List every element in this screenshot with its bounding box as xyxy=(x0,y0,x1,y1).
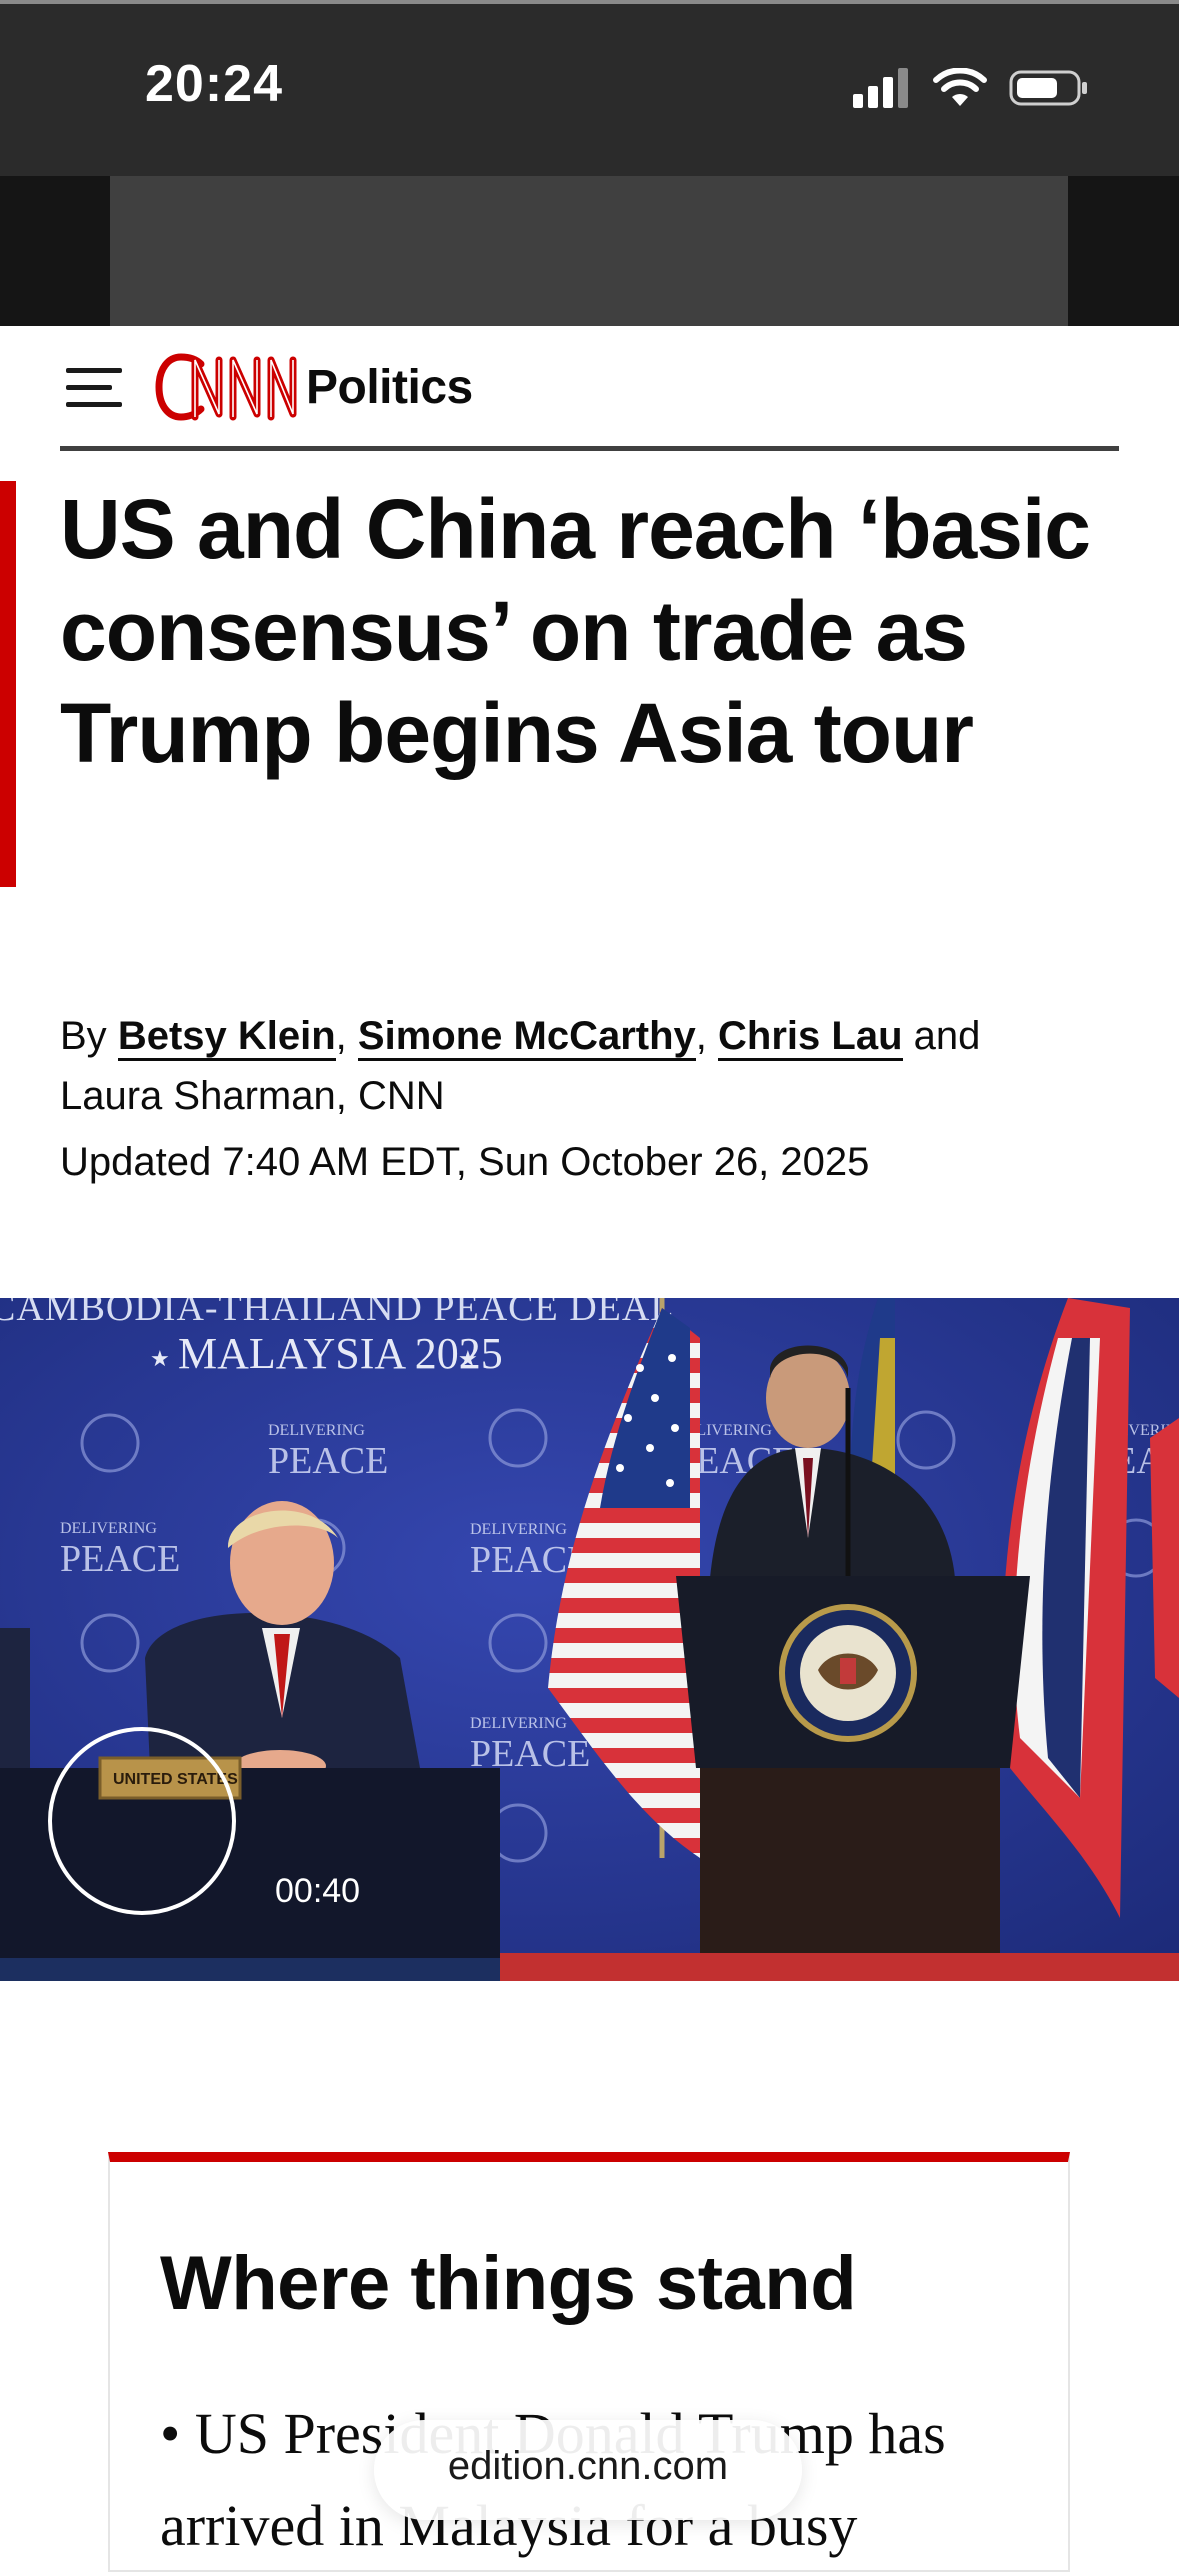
author-link-simone-mccarthy[interactable]: Simone McCarthy xyxy=(357,1014,696,1061)
header-divider xyxy=(60,446,1119,451)
cellular-signal-icon xyxy=(853,68,908,108)
bullet-marker: • xyxy=(160,2401,181,2466)
wifi-icon xyxy=(933,68,987,106)
byline-comma: , xyxy=(695,1014,707,1058)
byline-comma: , xyxy=(335,1014,347,1058)
video-duration: 00:40 xyxy=(275,1872,361,1910)
browser-url-bar[interactable]: edition.cnn.com xyxy=(374,2420,802,2520)
svg-text:PEACE: PEACE xyxy=(60,1538,180,1580)
article-timestamp: Updated 7:40 AM EDT, Sun October 26, 202… xyxy=(60,1140,870,1184)
svg-text:DELIVERING: DELIVERING xyxy=(268,1422,365,1439)
svg-text:DELIVERING: DELIVERING xyxy=(60,1520,157,1537)
svg-text:★: ★ xyxy=(458,1346,478,1371)
status-time: 20:24 xyxy=(145,55,283,113)
status-bar: 20:24 xyxy=(0,0,1179,176)
hamburger-menu-icon[interactable] xyxy=(66,366,124,410)
svg-text:DELIVERING: DELIVERING xyxy=(470,1715,567,1732)
byline-rest: Laura Sharman, CNN xyxy=(60,1074,445,1118)
author-link-chris-lau[interactable]: Chris Lau xyxy=(718,1014,903,1061)
box-title: Where things stand xyxy=(160,2241,857,2326)
cnn-logo[interactable] xyxy=(155,352,297,422)
video-banner-text: CAMBODIA-THAILAND PEACE DEAL xyxy=(0,1298,675,1329)
svg-text:DELIVERING: DELIVERING xyxy=(470,1521,567,1538)
status-icons xyxy=(853,66,1089,110)
byline-prefix: By xyxy=(60,1014,107,1058)
article-byline: By Betsy Klein, Simone McCarthy, Chris L… xyxy=(60,1006,1120,1126)
svg-text:★: ★ xyxy=(150,1346,170,1371)
ad-banner-area xyxy=(0,176,1179,326)
byline-and: and xyxy=(913,1014,981,1058)
section-label[interactable]: Politics xyxy=(306,360,473,415)
site-header: Politics xyxy=(0,326,1179,450)
battery-icon xyxy=(1009,70,1087,106)
status-bar-top-line xyxy=(0,0,1179,4)
article-headline: US and China reach ‘basic consensus’ on … xyxy=(60,482,1091,780)
url-text: edition.cnn.com xyxy=(447,2444,729,2488)
video-play-progress-ring[interactable] xyxy=(48,1727,236,1915)
headline-accent-bar xyxy=(0,481,16,887)
svg-text:PEACE: PEACE xyxy=(268,1440,388,1482)
ad-slot[interactable] xyxy=(110,176,1068,326)
video-banner-subtitle: MALAYSIA 2025 xyxy=(178,1329,503,1378)
author-link-betsy-klein[interactable]: Betsy Klein xyxy=(117,1014,336,1061)
